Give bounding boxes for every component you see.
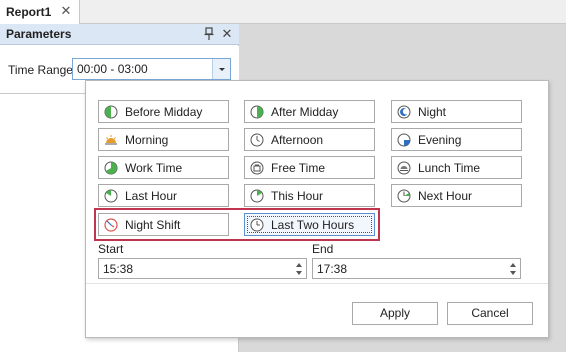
document-tab[interactable]: Report1 ✕	[0, 0, 80, 24]
end-label: End	[312, 242, 334, 256]
close-tab-icon[interactable]: ✕	[60, 4, 72, 17]
pin-icon[interactable]	[203, 27, 215, 41]
after-midday-icon	[250, 105, 264, 118]
preset-this-hour-button[interactable]: This Hour	[244, 184, 375, 207]
afternoon-icon	[250, 133, 264, 146]
night-shift-icon	[104, 217, 118, 232]
document-tab-bar: Report1 ✕	[0, 0, 566, 24]
preset-night-shift-button[interactable]: Night Shift	[98, 213, 229, 236]
preset-label: Last Hour	[125, 188, 178, 203]
preset-last-hour-button[interactable]: Last Hour	[98, 184, 229, 207]
free-time-icon	[250, 161, 264, 174]
end-time-value: 17:38	[317, 262, 348, 276]
this-hour-icon	[250, 189, 264, 202]
preset-label: Lunch Time	[418, 160, 481, 175]
next-hour-icon	[397, 189, 411, 202]
preset-lunch-time-button[interactable]: Lunch Time	[391, 156, 522, 179]
preset-evening-button[interactable]: Evening	[391, 128, 522, 151]
parameters-panel-header: Parameters ✕	[0, 24, 239, 45]
chevron-down-icon[interactable]	[212, 59, 230, 79]
preset-label: Night Shift	[125, 217, 181, 232]
time-range-label: Time Range	[8, 63, 73, 77]
apply-button[interactable]: Apply	[352, 302, 438, 325]
lunch-time-icon	[397, 161, 411, 174]
preset-label: Free Time	[271, 160, 326, 175]
start-label: Start	[98, 242, 124, 256]
time-range-combobox[interactable]: 00:00 - 03:00	[72, 58, 231, 80]
preset-label: Next Hour	[418, 188, 473, 203]
preset-label: Night	[418, 104, 447, 119]
preset-label: This Hour	[271, 188, 324, 203]
close-panel-icon[interactable]: ✕	[221, 27, 233, 41]
preset-next-hour-button[interactable]: Next Hour	[391, 184, 522, 207]
morning-icon	[105, 134, 117, 144]
time-range-popup: Before Midday After Midday Night Morning	[85, 80, 549, 338]
work-time-icon	[104, 161, 118, 174]
document-tab-title: Report1	[6, 5, 52, 19]
preset-label: Work Time	[125, 160, 183, 175]
preset-label: After Midday	[271, 104, 339, 119]
last-hour-icon	[104, 189, 118, 202]
preset-label: Evening	[418, 132, 462, 147]
end-time-spinner[interactable]: 17:38	[312, 258, 521, 279]
preset-label: Last Two Hours	[271, 217, 355, 232]
preset-after-midday-button[interactable]: After Midday	[244, 100, 375, 123]
start-time-value: 15:38	[103, 262, 134, 276]
spin-arrows-icon[interactable]	[510, 262, 517, 276]
parameters-panel-title: Parameters	[6, 27, 72, 41]
preset-before-midday-button[interactable]: Before Midday	[98, 100, 229, 123]
preset-label: Afternoon	[271, 132, 324, 147]
preset-work-time-button[interactable]: Work Time	[98, 156, 229, 179]
divider	[86, 283, 548, 284]
preset-morning-button[interactable]: Morning	[98, 128, 229, 151]
start-time-spinner[interactable]: 15:38	[98, 258, 307, 279]
last-two-hours-icon	[250, 218, 264, 231]
preset-free-time-button[interactable]: Free Time	[244, 156, 375, 179]
cancel-button[interactable]: Cancel	[447, 302, 533, 325]
preset-afternoon-button[interactable]: Afternoon	[244, 128, 375, 151]
preset-night-button[interactable]: Night	[391, 100, 522, 123]
night-icon	[397, 105, 411, 118]
time-range-value: 00:00 - 03:00	[77, 62, 148, 76]
preset-label: Morning	[125, 132, 169, 147]
before-midday-icon	[104, 105, 118, 118]
preset-label: Before Midday	[125, 104, 203, 119]
evening-icon	[397, 133, 411, 146]
spin-arrows-icon[interactable]	[296, 262, 303, 276]
preset-last-two-hours-button[interactable]: Last Two Hours	[244, 213, 375, 236]
